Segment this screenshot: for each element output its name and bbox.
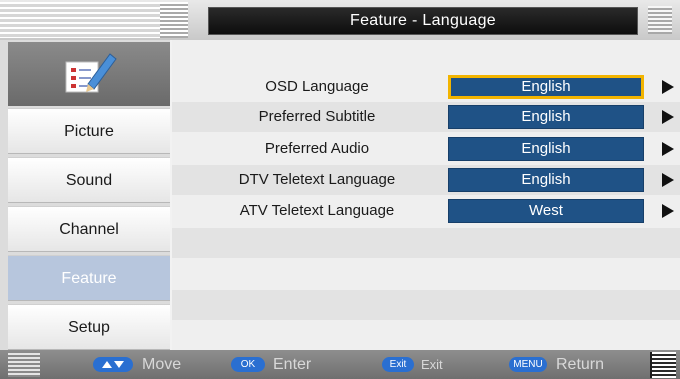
setting-row-atv-teletext-language[interactable]: ATV Teletext Language West [172, 196, 680, 226]
sidebar-item-channel[interactable]: Channel [8, 206, 170, 252]
sidebar-item-setup[interactable]: Setup [8, 304, 170, 350]
up-down-arrows-icon [102, 361, 124, 368]
page-title: Feature - Language [208, 7, 638, 35]
exit-key-pill: Exit [382, 357, 414, 372]
arrow-right-icon[interactable] [662, 80, 674, 94]
decorative-stripes [0, 2, 188, 38]
empty-row [172, 259, 680, 289]
setting-row-dtv-teletext-language[interactable]: DTV Teletext Language English [172, 165, 680, 195]
return-hint: Return [556, 356, 605, 373]
setting-value-selector[interactable]: English [448, 137, 644, 161]
menu-key-pill: MENU [509, 357, 547, 372]
settings-panel: OSD Language English Preferred Subtitle … [172, 40, 680, 350]
setting-label: OSD Language [265, 78, 369, 95]
setting-label: DTV Teletext Language [238, 171, 396, 188]
setting-value-selector[interactable]: English [448, 168, 644, 192]
arrow-right-icon[interactable] [662, 142, 674, 156]
ok-key-pill: OK [231, 357, 265, 372]
sidebar-header [8, 42, 170, 106]
exit-hint: Exit [421, 357, 443, 372]
sidebar-item-feature[interactable]: Feature [8, 255, 170, 301]
empty-row [172, 290, 680, 320]
feature-checklist-icon [65, 53, 117, 93]
setting-value-selector[interactable]: West [448, 199, 644, 223]
sidebar-item-picture[interactable]: Picture [8, 108, 170, 154]
decorative-stripes [648, 6, 672, 34]
empty-row [172, 321, 680, 351]
enter-hint: Enter [273, 356, 312, 373]
move-key-pill [93, 357, 133, 372]
setting-label: Preferred Subtitle [258, 108, 376, 125]
decorative-stripes [8, 353, 40, 377]
setting-label: ATV Teletext Language [239, 202, 395, 219]
bottom-hint-bar: Move OK Enter Exit Exit MENU Return [0, 350, 680, 379]
setting-row-osd-language[interactable]: OSD Language English [172, 72, 680, 102]
arrow-right-icon[interactable] [662, 110, 674, 124]
arrow-right-icon[interactable] [662, 204, 674, 218]
setting-row-preferred-audio[interactable]: Preferred Audio English [172, 134, 680, 164]
setting-label: Preferred Audio [264, 140, 370, 157]
sidebar: Picture Sound Channel Feature Setup [0, 40, 170, 350]
top-bar: Feature - Language [0, 0, 680, 40]
setting-value-selector[interactable]: English [448, 105, 644, 129]
setting-row-preferred-subtitle[interactable]: Preferred Subtitle English [172, 102, 680, 132]
move-hint: Move [142, 356, 182, 373]
sidebar-item-sound[interactable]: Sound [8, 157, 170, 203]
setting-value-selector[interactable]: English [448, 75, 644, 99]
empty-row [172, 228, 680, 258]
decorative-stripes [650, 352, 676, 378]
arrow-right-icon[interactable] [662, 173, 674, 187]
